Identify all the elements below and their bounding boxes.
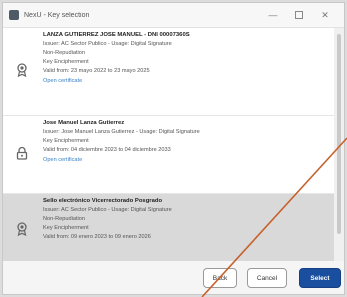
minimize-button[interactable]: —	[260, 6, 286, 24]
title-bar: NexU - Key selection — ✕	[3, 3, 344, 28]
select-button[interactable]: Select	[299, 268, 341, 288]
certificate-issuer: Issuer: AC Sector Publico - Usage: Digit…	[43, 40, 172, 47]
certificate-issuer: Issuer: AC Sector Publico - Usage: Digit…	[43, 206, 172, 213]
certificate-name: Sello electrónico Vicerrectorado Posgrad…	[43, 198, 163, 204]
app-icon	[9, 10, 19, 20]
open-certificate-link[interactable]: Open certificate	[43, 77, 330, 86]
scrollbar-thumb[interactable]	[337, 34, 341, 234]
maximize-button[interactable]	[286, 6, 312, 24]
maximize-icon	[295, 11, 303, 19]
certificate-usage: Non-Repudiation	[43, 49, 85, 56]
window-title: NexU - Key selection	[24, 11, 90, 19]
scrollbar[interactable]	[334, 28, 344, 261]
certificate-usage: Non-Repudiation	[43, 215, 85, 222]
certificate-validity: Valid from: 09 enero 2023 to 09 enero 20…	[43, 233, 151, 240]
certificate-list: LANZA GUTIERREZ JOSE MANUEL - DNI 000073…	[3, 28, 334, 261]
certificate-item[interactable]: LANZA GUTIERREZ JOSE MANUEL - DNI 000073…	[3, 28, 334, 116]
open-certificate-link[interactable]: Open certificate	[43, 156, 330, 165]
certificate-issuer: Issuer: Jose Manuel Lanza Gutierrez - Us…	[43, 128, 200, 135]
close-button[interactable]: ✕	[312, 6, 338, 24]
certificate-item-selected[interactable]: Sello electrónico Vicerrectorado Posgrad…	[3, 194, 334, 261]
certificate-validity: Valid from: 04 diciembre 2023 to 04 dici…	[43, 146, 171, 153]
key-selection-dialog: NexU - Key selection — ✕ LANZA GUTIERREZ…	[2, 2, 345, 295]
certificate-badge-icon	[15, 63, 29, 77]
certificate-validity: Valid from: 23 mayo 2022 to 23 mayo 2025	[43, 67, 150, 74]
certificate-usage: Key Encipherment	[43, 137, 89, 144]
certificate-usage: Key Encipherment	[43, 58, 89, 65]
back-button[interactable]: Back	[203, 268, 237, 288]
dialog-footer: Back Cancel Select	[3, 261, 344, 294]
certificate-name: Jose Manuel Lanza Gutierrez	[43, 120, 125, 126]
lock-icon	[15, 146, 29, 160]
certificate-badge-icon	[15, 222, 29, 236]
certificate-item[interactable]: Jose Manuel Lanza Gutierrez Issuer: Jose…	[3, 116, 334, 194]
certificate-usage: Key Encipherment	[43, 224, 89, 231]
cancel-button[interactable]: Cancel	[247, 268, 287, 288]
certificate-name: LANZA GUTIERREZ JOSE MANUEL - DNI 000073…	[43, 32, 190, 38]
